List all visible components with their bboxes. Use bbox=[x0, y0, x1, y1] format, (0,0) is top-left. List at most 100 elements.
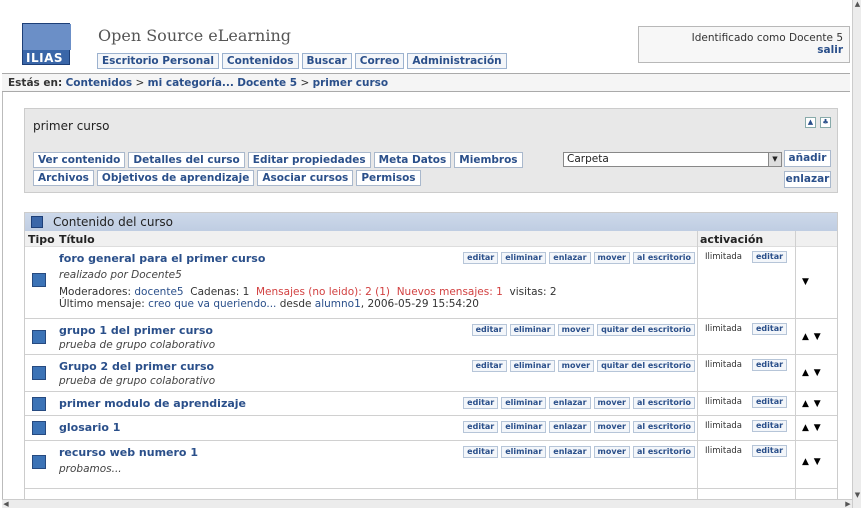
nav-contenidos[interactable]: Contenidos bbox=[221, 53, 299, 69]
last-message-date: , 2006-05-29 15:54:20 bbox=[360, 298, 479, 310]
item-title-link[interactable]: primer modulo de aprendizaje bbox=[59, 397, 246, 410]
horizontal-scrollbar[interactable]: ◀ ▶ bbox=[2, 499, 852, 508]
item-title-link[interactable]: grupo 1 del primer curso bbox=[59, 324, 213, 337]
edit-button[interactable]: editar bbox=[471, 360, 507, 372]
nav-escritorio-personal[interactable]: Escritorio Personal bbox=[97, 53, 219, 69]
item-title-link[interactable]: recurso web numero 1 bbox=[59, 446, 198, 459]
tab-archivos[interactable]: Archivos bbox=[33, 170, 94, 186]
item-description: prueba de grupo colaborativo bbox=[59, 375, 216, 387]
item-title-link[interactable]: glosario 1 bbox=[59, 421, 120, 434]
breadcrumb-label: Estás en: bbox=[8, 77, 63, 89]
scroll-up-icon[interactable]: ▲ bbox=[854, 0, 861, 8]
activation-value: Ilimitada bbox=[705, 324, 743, 334]
breadcrumb-item-docente[interactable]: Docente 5 bbox=[237, 77, 297, 89]
tab-meta-datos[interactable]: Meta Datos bbox=[373, 152, 452, 168]
tab-detalles[interactable]: Detalles del curso bbox=[128, 152, 245, 168]
move-button[interactable]: mover bbox=[557, 360, 595, 372]
col-tipo: Tipo bbox=[28, 233, 55, 246]
link-object-button[interactable]: enlazar bbox=[549, 252, 591, 264]
edit-activation-button[interactable]: editar bbox=[752, 251, 788, 263]
last-message: Último mensaje: creo que va queriendo...… bbox=[59, 298, 479, 310]
edit-button[interactable]: editar bbox=[463, 397, 499, 409]
tree-icon[interactable]: ♣ bbox=[820, 117, 831, 128]
remove-desktop-button[interactable]: quitar del escritorio bbox=[597, 324, 695, 336]
delete-button[interactable]: eliminar bbox=[509, 324, 555, 336]
tab-miembros[interactable]: Miembros bbox=[454, 152, 523, 168]
forum-icon[interactable] bbox=[32, 273, 46, 287]
delete-button[interactable]: eliminar bbox=[501, 421, 547, 433]
nav-buscar[interactable]: Buscar bbox=[301, 53, 352, 69]
link-object-button[interactable]: enlazar bbox=[549, 421, 591, 433]
scroll-down-icon[interactable]: ▼ bbox=[854, 491, 861, 499]
chevron-down-icon[interactable]: ▼ bbox=[768, 153, 781, 166]
delete-button[interactable]: eliminar bbox=[509, 360, 555, 372]
move-arrows[interactable]: ▲ ▼ bbox=[802, 332, 822, 342]
moderator-link[interactable]: docente5 bbox=[134, 286, 183, 298]
web-resource-icon[interactable] bbox=[32, 455, 46, 469]
edit-activation-button[interactable]: editar bbox=[752, 323, 788, 335]
tab-asociar-cursos[interactable]: Asociar cursos bbox=[257, 170, 354, 186]
to-desktop-button[interactable]: al escritorio bbox=[632, 252, 695, 264]
edit-button[interactable]: editar bbox=[463, 421, 499, 433]
breadcrumb-separator: > bbox=[135, 77, 145, 89]
ilias-logo[interactable]: ILIAS bbox=[22, 23, 71, 65]
edit-activation-button[interactable]: editar bbox=[752, 420, 788, 432]
edit-activation-button[interactable]: editar bbox=[752, 396, 788, 408]
object-type-select[interactable]: Carpeta ▼ bbox=[563, 152, 782, 167]
course-icon bbox=[31, 216, 43, 228]
last-message-link[interactable]: creo que va queriendo... bbox=[148, 298, 276, 310]
delete-button[interactable]: eliminar bbox=[501, 397, 547, 409]
group-icon[interactable] bbox=[32, 330, 46, 344]
move-arrows[interactable]: ▲ ▼ bbox=[802, 423, 822, 433]
nav-administracion[interactable]: Administración bbox=[407, 53, 507, 69]
edit-button[interactable]: editar bbox=[463, 252, 499, 264]
move-arrows[interactable]: ▲ ▼ bbox=[802, 457, 822, 467]
author-link[interactable]: alumno1 bbox=[315, 298, 361, 310]
link-object-button[interactable]: enlazar bbox=[549, 446, 591, 458]
delete-button[interactable]: eliminar bbox=[501, 446, 547, 458]
up-icon[interactable]: ▲ bbox=[805, 117, 816, 128]
item-title-link[interactable]: foro general para el primer curso bbox=[59, 252, 265, 265]
group-icon[interactable] bbox=[32, 366, 46, 380]
glossary-icon[interactable] bbox=[32, 421, 46, 435]
add-button[interactable]: añadir bbox=[784, 150, 831, 167]
item-title-link[interactable]: Grupo 2 del primer curso bbox=[59, 360, 214, 373]
to-desktop-button[interactable]: al escritorio bbox=[632, 397, 695, 409]
to-desktop-button[interactable]: al escritorio bbox=[632, 446, 695, 458]
delete-button[interactable]: eliminar bbox=[501, 252, 547, 264]
row-actions: editar eliminar mover quitar del escrito… bbox=[471, 360, 695, 372]
edit-activation-button[interactable]: editar bbox=[752, 359, 788, 371]
move-button[interactable]: mover bbox=[593, 421, 630, 433]
learning-module-icon[interactable] bbox=[32, 397, 46, 411]
logout-link[interactable]: salir bbox=[817, 44, 843, 56]
edit-activation-button[interactable]: editar bbox=[752, 445, 788, 457]
edit-button[interactable]: editar bbox=[471, 324, 507, 336]
move-arrows[interactable]: ▲ ▼ bbox=[802, 368, 822, 378]
breadcrumb-item-contenidos[interactable]: Contenidos bbox=[66, 77, 133, 89]
link-button[interactable]: enlazar bbox=[784, 171, 831, 188]
course-tabs: Ver contenido Detalles del curso Editar … bbox=[33, 152, 558, 188]
tab-permisos[interactable]: Permisos bbox=[356, 170, 421, 186]
move-arrows[interactable]: ▲ ▼ bbox=[802, 399, 822, 409]
tab-editar-propiedades[interactable]: Editar propiedades bbox=[247, 152, 371, 168]
scroll-left-icon[interactable]: ◀ bbox=[2, 500, 10, 508]
scroll-right-icon[interactable]: ▶ bbox=[844, 500, 852, 508]
move-button[interactable]: mover bbox=[557, 324, 595, 336]
move-button[interactable]: mover bbox=[593, 252, 630, 264]
user-box: Identificado como Docente 5 salir bbox=[638, 26, 850, 63]
breadcrumb-separator: > bbox=[300, 77, 310, 89]
move-button[interactable]: mover bbox=[593, 397, 630, 409]
nav-correo[interactable]: Correo bbox=[354, 53, 405, 69]
vertical-scrollbar[interactable]: ▲ ▼ bbox=[852, 0, 861, 508]
remove-desktop-button[interactable]: quitar del escritorio bbox=[597, 360, 695, 372]
link-object-button[interactable]: enlazar bbox=[549, 397, 591, 409]
move-button[interactable]: mover bbox=[593, 446, 630, 458]
to-desktop-button[interactable]: al escritorio bbox=[632, 421, 695, 433]
tab-ver-contenido[interactable]: Ver contenido bbox=[33, 152, 126, 168]
breadcrumb-item-categoria[interactable]: mi categoría... bbox=[148, 77, 234, 89]
tab-objetivos[interactable]: Objetivos de aprendizaje bbox=[96, 170, 255, 186]
row-actions: editar eliminar enlazar mover al escrito… bbox=[463, 421, 695, 433]
breadcrumb-item-curso[interactable]: primer curso bbox=[313, 77, 389, 89]
move-arrows[interactable]: ▼ bbox=[802, 277, 810, 287]
edit-button[interactable]: editar bbox=[463, 446, 499, 458]
